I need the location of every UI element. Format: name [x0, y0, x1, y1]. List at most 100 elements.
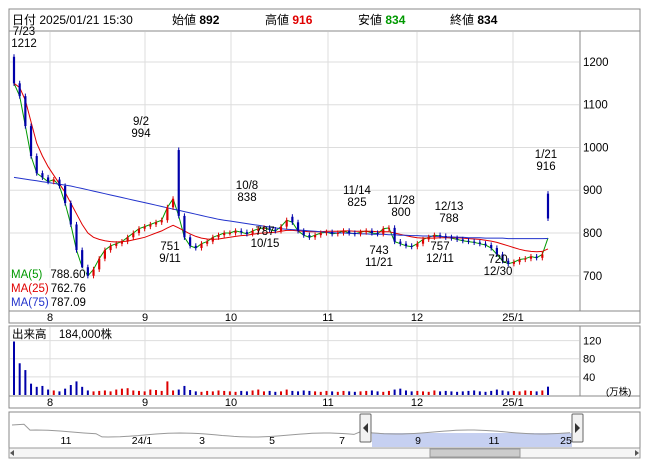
- volume-bar: [404, 390, 407, 395]
- volume-bar: [211, 391, 214, 395]
- price-y-tick-label: 800: [583, 228, 602, 240]
- volume-bar: [439, 391, 442, 395]
- annotation-value: 825: [347, 197, 366, 209]
- volume-bar: [172, 390, 175, 395]
- ma75-label: MA(75): [11, 297, 49, 309]
- volume-bar: [228, 391, 231, 395]
- navigator-scroll-thumb[interactable]: [429, 448, 521, 458]
- volume-bar: [484, 391, 487, 395]
- header-date: 日付 2025/01/21 15:30: [12, 11, 133, 28]
- candle-down: [29, 126, 33, 157]
- volume-bar: [467, 390, 470, 395]
- volume-bar: [274, 391, 277, 395]
- candle-down: [535, 256, 538, 258]
- annotation-date: 9/2: [133, 116, 149, 128]
- volume-bar: [302, 390, 305, 395]
- volume-bar: [86, 390, 89, 395]
- price-axis-panel: [579, 30, 641, 312]
- volume-bar: [103, 390, 106, 395]
- volume-value: 184,000株: [58, 329, 112, 341]
- volume-bar: [348, 391, 351, 395]
- candle-down: [69, 203, 72, 225]
- candle-up: [217, 235, 220, 238]
- candle-up: [92, 269, 95, 276]
- volume-bar: [200, 391, 203, 395]
- chart-root: 7/23 1212 9/2 994 751 9/11 10/8 838 787 10/15 11/1…: [0, 0, 653, 470]
- volume-bar: [291, 390, 294, 395]
- stock-chart-canvas: 7/2312129/29947519/1110/883878710/1511/1…: [8, 8, 641, 459]
- volume-bar: [308, 390, 311, 395]
- volume-bar: [24, 370, 27, 395]
- volume-bar: [262, 391, 265, 395]
- volume-y-tick-label: 80: [583, 354, 595, 366]
- candle-up: [387, 227, 391, 229]
- volume-bar: [149, 389, 152, 395]
- volume-bar: [450, 391, 453, 395]
- candle-up: [206, 241, 209, 244]
- candle-down: [353, 233, 356, 235]
- high-label: 高値: [265, 13, 290, 27]
- volume-bar: [314, 391, 317, 395]
- navigator-tick-label: 24/1: [132, 435, 153, 447]
- ma5-label: MA(5): [11, 269, 43, 281]
- price-y-tick-label: 1100: [583, 100, 608, 112]
- volume-bar: [433, 390, 436, 395]
- candle-down: [546, 193, 550, 219]
- header-open: 始値 892: [172, 11, 219, 28]
- volume-bar: [120, 388, 123, 395]
- volume-bar: [41, 385, 44, 395]
- candle-down: [461, 239, 464, 241]
- annotation-value: 757: [430, 241, 449, 253]
- volume-bar: [126, 388, 129, 395]
- annotation-date: 11/21: [365, 257, 393, 269]
- candle-up: [541, 254, 544, 258]
- annotation-value: 916: [536, 161, 555, 173]
- volume-bar: [473, 390, 476, 395]
- candle-up: [143, 226, 146, 229]
- volume-unit: (万株): [606, 387, 632, 398]
- price-x-tick-label: 12: [411, 312, 423, 324]
- navigator-selection: [372, 433, 572, 447]
- volume-bar: [427, 391, 430, 395]
- volume-bar: [495, 389, 498, 395]
- candle-down: [81, 250, 84, 268]
- candle-down: [86, 267, 89, 276]
- volume-bar: [342, 390, 345, 395]
- volume-bar: [143, 391, 146, 395]
- volume-bar: [69, 385, 72, 395]
- candle-up: [223, 233, 226, 236]
- candle-up: [160, 220, 163, 223]
- navigator-tick-label: 5: [269, 435, 275, 447]
- candle-down: [64, 185, 67, 204]
- volume-bar: [444, 390, 447, 395]
- candle-down: [41, 173, 44, 178]
- price-x-tick-label: 8: [47, 312, 53, 324]
- candle-up: [132, 233, 135, 238]
- candle-down: [393, 227, 396, 242]
- volume-bar: [353, 391, 356, 395]
- annotation-date: 10/8: [236, 180, 258, 192]
- volume-bar: [35, 386, 38, 395]
- volume-bar: [535, 391, 538, 395]
- annotation-date: 12/11: [426, 253, 454, 265]
- candle-down: [194, 245, 197, 248]
- volume-bar: [189, 390, 192, 395]
- volume-bar: [461, 391, 464, 395]
- candle-up: [433, 235, 436, 238]
- volume-bar: [166, 381, 169, 395]
- volume-bar: [422, 391, 425, 395]
- candle-up: [382, 228, 385, 234]
- candle-up: [512, 262, 516, 264]
- candle-down: [331, 232, 334, 234]
- candle-down: [308, 235, 311, 238]
- candle-up: [137, 228, 141, 234]
- volume-bar: [336, 391, 339, 395]
- candle-down: [240, 230, 243, 233]
- volume-bar: [223, 390, 226, 395]
- volume-bar: [52, 390, 55, 395]
- volume-bar: [382, 391, 385, 395]
- candle-up: [524, 258, 527, 260]
- annotation-date: 12/30: [484, 266, 513, 278]
- high-value: 916: [292, 13, 313, 27]
- volume-bar: [410, 391, 413, 395]
